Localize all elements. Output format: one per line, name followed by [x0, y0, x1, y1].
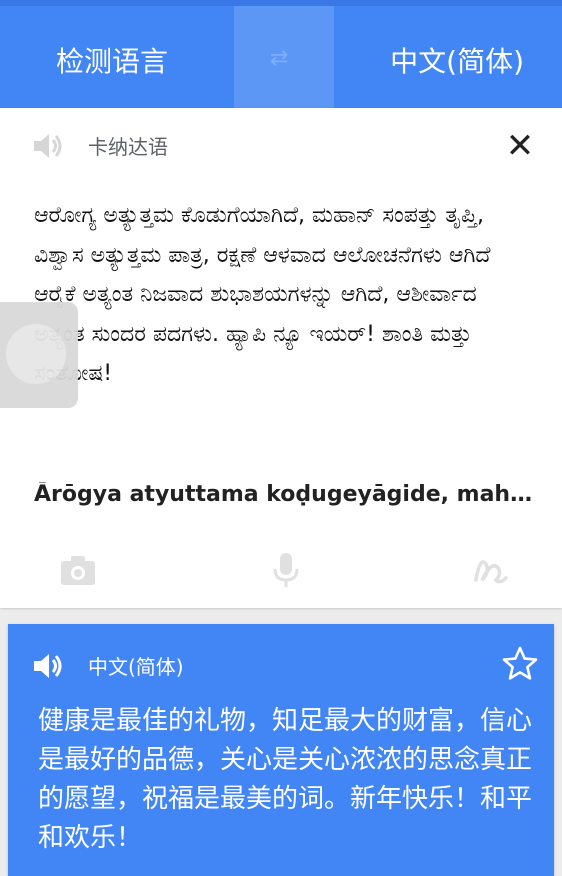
swap-icon: ⇄	[270, 46, 289, 71]
handle-dot	[6, 324, 66, 384]
swap-languages-button[interactable]: ⇄	[234, 6, 334, 108]
speaker-icon[interactable]	[30, 648, 66, 684]
floating-assistive-handle[interactable]	[0, 302, 78, 408]
star-icon[interactable]	[500, 644, 540, 684]
handwriting-icon[interactable]	[470, 550, 510, 590]
speaker-icon[interactable]	[30, 128, 66, 164]
target-language-button[interactable]: 中文(简体)	[390, 40, 524, 80]
transliteration-text: Ārōgya atyuttama koḍugeyāgide, mahā...	[34, 482, 534, 507]
source-language-button[interactable]: 检测语言	[56, 40, 168, 80]
source-text[interactable]: ಆರೋಗ್ಯ ಅತ್ಯುತ್ತಮ ಕೊಡುಗೆಯಾಗಿದೆ, ಮಹಾನ್ ಸಂಪ…	[34, 196, 534, 394]
translation-result-card[interactable]: 中文(简体) 健康是最佳的礼物，知足最大的财富，信心是最好的品德，关心是关心浓浓…	[8, 624, 554, 876]
microphone-icon[interactable]	[266, 550, 306, 590]
camera-icon[interactable]	[58, 550, 98, 590]
close-icon[interactable]: ✕	[500, 126, 540, 166]
translated-text[interactable]: 健康是最佳的礼物，知足最大的财富，信心是最好的品德，关心是关心浓浓的思念真正的愿…	[38, 702, 548, 858]
language-bar: 检测语言 ⇄ 中文(简体)	[0, 0, 562, 108]
source-card: 卡纳达语 ✕ ಆರೋಗ್ಯ ಅತ್ಯುತ್ತಮ ಕೊಡುಗೆಯಾಗಿದೆ, ಮಹ…	[0, 108, 562, 608]
result-language-label: 中文(简体)	[88, 655, 184, 679]
detected-language-label: 卡纳达语	[88, 135, 168, 159]
